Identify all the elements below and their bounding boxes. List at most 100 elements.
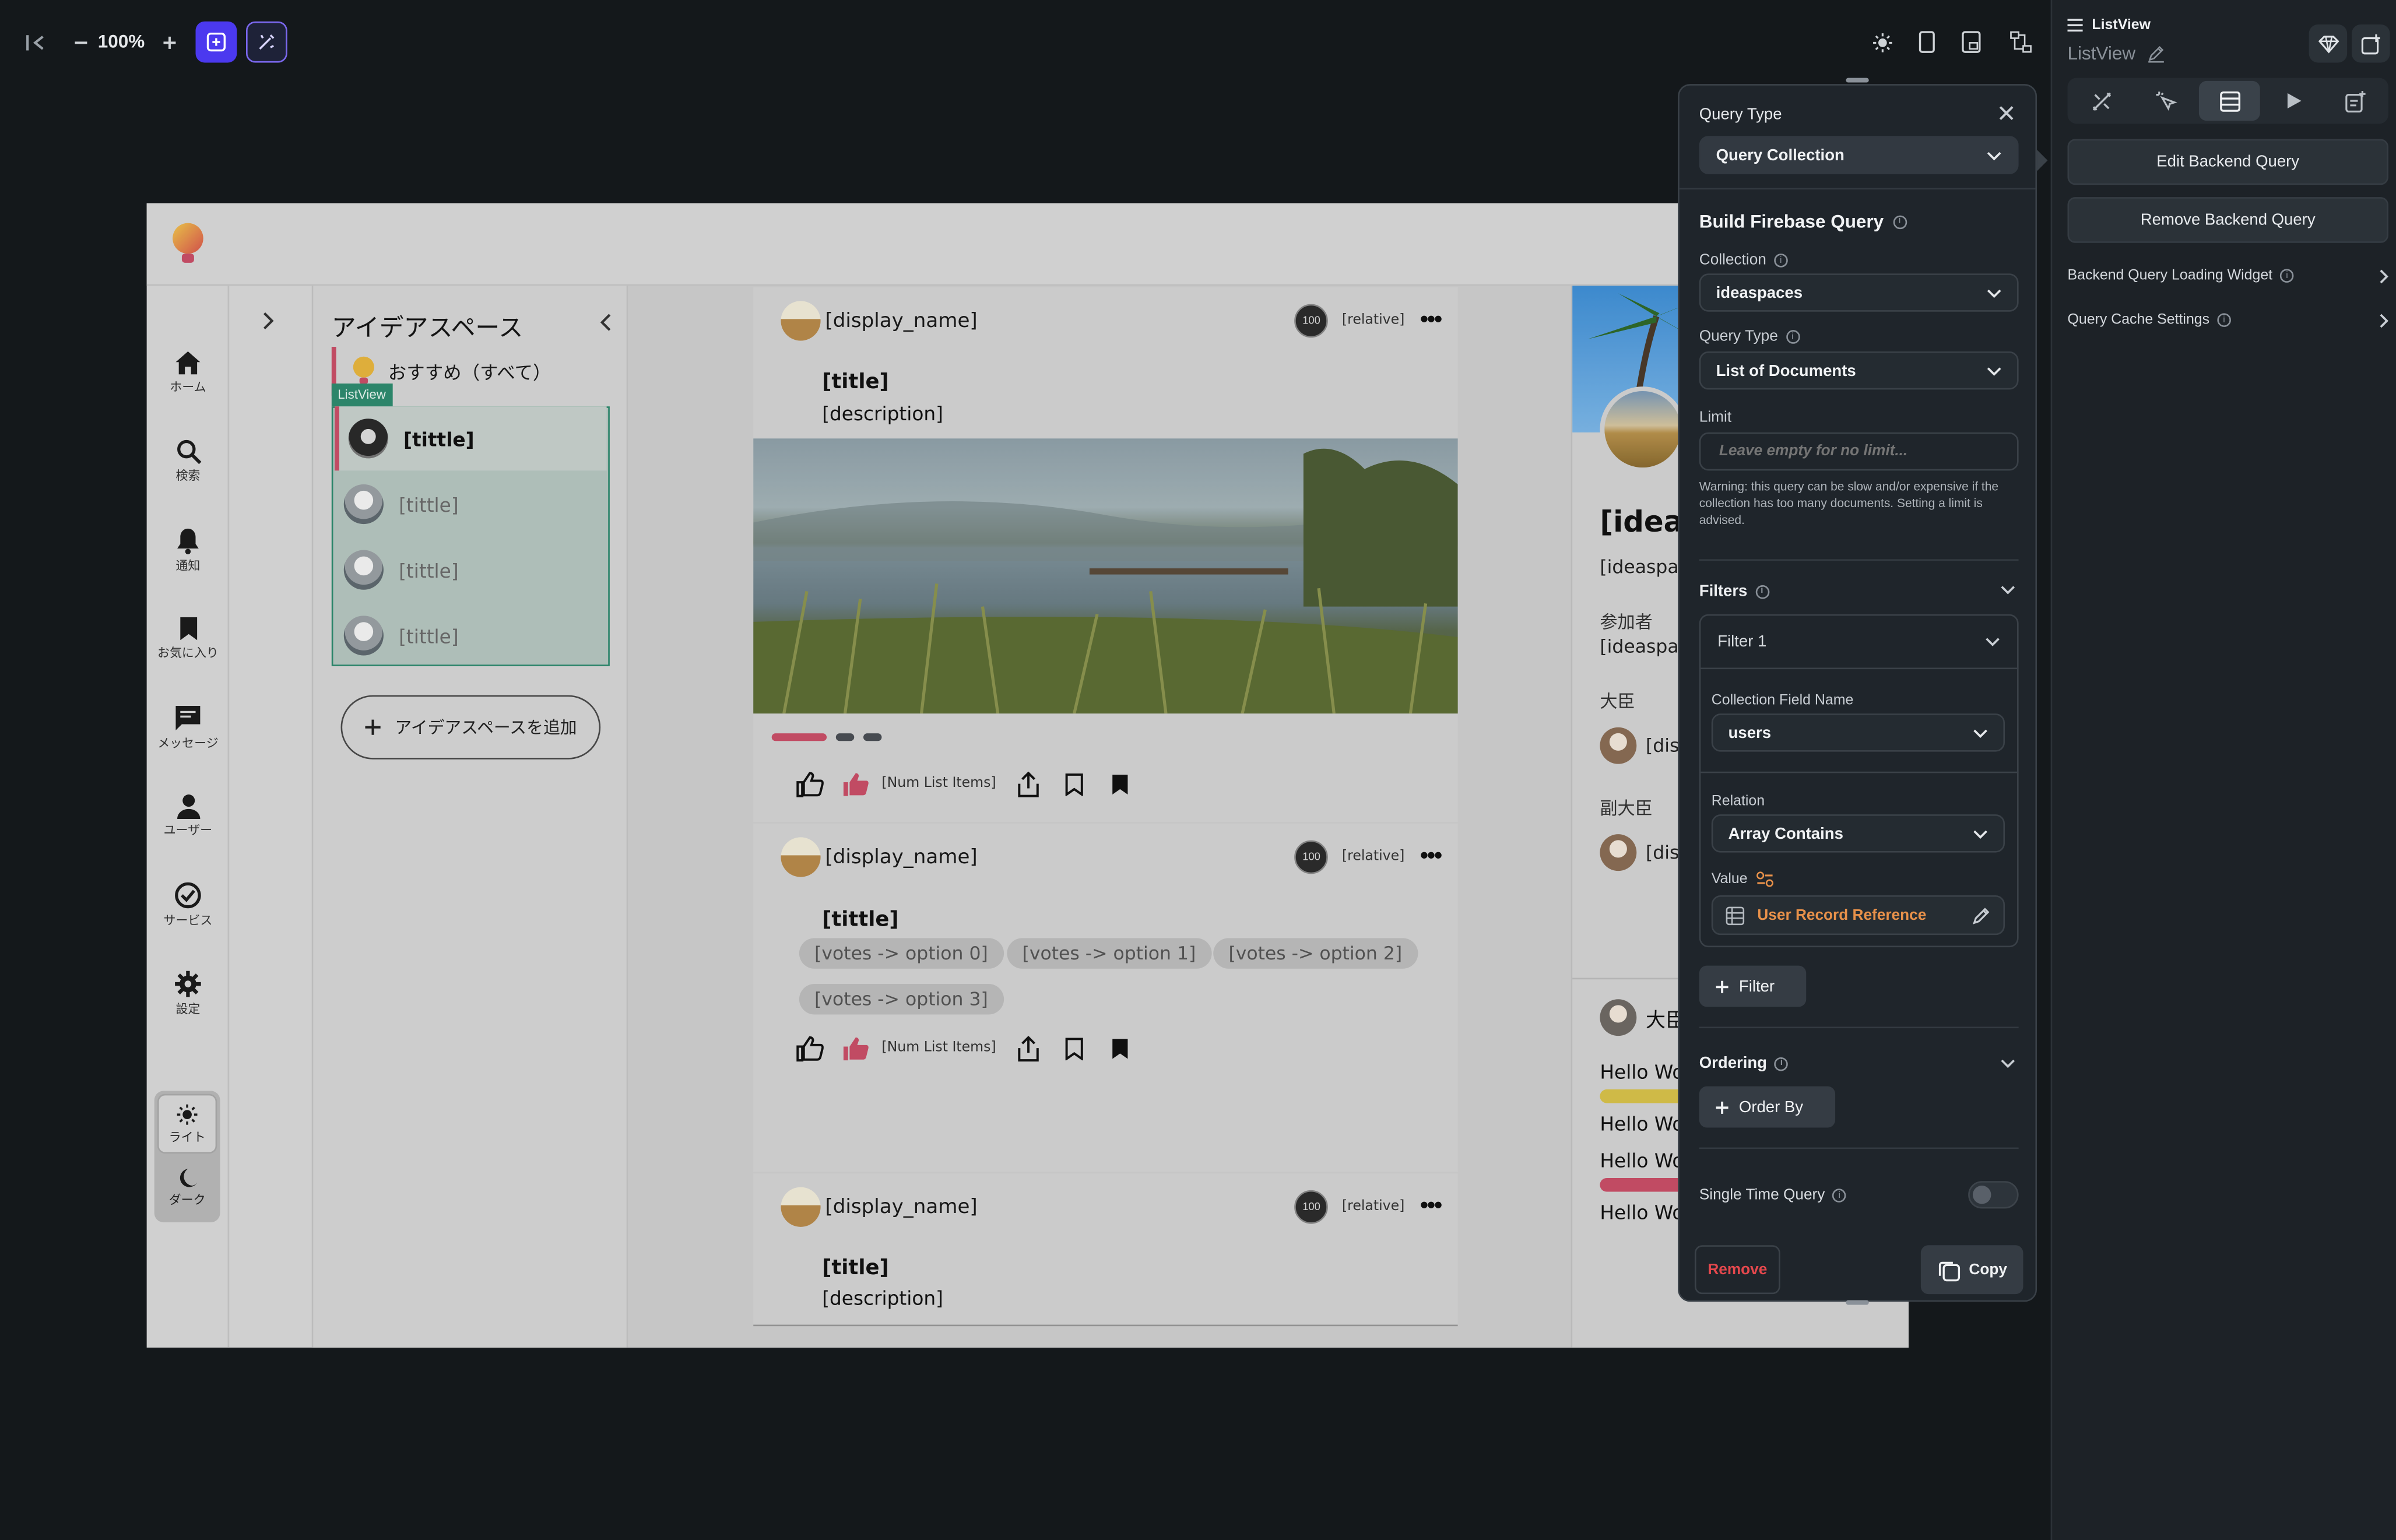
- query-type-select[interactable]: Query Collection: [1699, 136, 2019, 174]
- more-icon[interactable]: •••: [1420, 843, 1443, 871]
- bottom-header: 大臣: [1600, 999, 1685, 1036]
- thumb-up-icon[interactable]: [787, 1033, 833, 1063]
- field-name-select[interactable]: users: [1711, 713, 2005, 752]
- widget-tree-icon[interactable]: [2000, 22, 2042, 63]
- info-icon[interactable]: i: [1785, 330, 1800, 344]
- ordering-collapse-icon[interactable]: [2000, 1059, 2015, 1068]
- remove-button[interactable]: Remove: [1694, 1245, 1780, 1295]
- drag-handle-top[interactable]: [1846, 78, 1869, 83]
- post-header: [display_name] 100 [relative] •••: [781, 301, 1443, 341]
- add-action-icon[interactable]: [2352, 24, 2390, 63]
- magic-tools-icon[interactable]: [246, 21, 287, 63]
- tab-preview[interactable]: [2263, 81, 2324, 121]
- vice-minister-row[interactable]: [dis: [1600, 834, 1679, 871]
- bookmark-filled-icon[interactable]: [1097, 768, 1143, 799]
- bookmark-outline-icon[interactable]: [1051, 768, 1097, 799]
- nav-notifications[interactable]: 通知: [147, 527, 230, 574]
- indicator-dot[interactable]: [835, 733, 855, 741]
- theme-light-button[interactable]: ライト: [157, 1094, 217, 1154]
- collapse-sidebar-icon[interactable]: [14, 22, 55, 63]
- theme-dark-button[interactable]: ダーク: [157, 1158, 217, 1218]
- share-icon[interactable]: [1005, 768, 1051, 799]
- bookmark-filled-icon[interactable]: [1097, 1033, 1143, 1063]
- single-time-toggle[interactable]: [1968, 1181, 2019, 1209]
- add-filter-button[interactable]: Filter: [1699, 965, 1807, 1007]
- nav-search[interactable]: 検索: [147, 438, 230, 484]
- info-icon[interactable]: i: [1755, 584, 1769, 599]
- list-item[interactable]: [tittle]: [335, 472, 607, 536]
- collapse-panel-icon[interactable]: [599, 312, 614, 333]
- copy-button[interactable]: Copy: [1920, 1245, 2023, 1295]
- remove-backend-query-button[interactable]: Remove Backend Query: [2067, 197, 2388, 243]
- list-item[interactable]: [tittle]: [335, 406, 607, 471]
- zoom-level[interactable]: 100%: [98, 30, 145, 52]
- loading-widget-row[interactable]: Backend Query Loading Widget i: [2067, 268, 2388, 284]
- tab-actions[interactable]: [2135, 81, 2196, 121]
- info-icon[interactable]: i: [1774, 254, 1788, 268]
- limit-input[interactable]: [1699, 432, 2019, 471]
- variable-settings-icon[interactable]: [1755, 871, 1773, 888]
- vote-option[interactable]: [votes -> option 0]: [799, 938, 1003, 969]
- thumb-up-filled-icon[interactable]: [833, 1033, 879, 1063]
- info-icon[interactable]: i: [1775, 1056, 1789, 1071]
- minister-row[interactable]: [dis: [1600, 727, 1679, 764]
- detail-subtitle: [ideaspa: [1600, 556, 1679, 578]
- collection-select[interactable]: ideaspaces: [1699, 273, 2019, 312]
- more-icon[interactable]: •••: [1420, 1193, 1443, 1221]
- minister-label: 大臣: [1600, 690, 1635, 712]
- info-icon[interactable]: i: [2217, 313, 2231, 327]
- thumb-up-icon[interactable]: [787, 768, 833, 799]
- nav-users[interactable]: ユーザー: [147, 793, 230, 839]
- share-icon[interactable]: [1005, 1033, 1051, 1063]
- nav-favorites[interactable]: お気に入り: [147, 616, 230, 662]
- premium-icon[interactable]: [2309, 24, 2348, 63]
- list-item[interactable]: [tittle]: [335, 538, 607, 602]
- more-icon[interactable]: •••: [1420, 307, 1443, 335]
- add-ideaspace-button[interactable]: アイデアスペースを追加: [340, 695, 601, 760]
- value-field[interactable]: User Record Reference: [1711, 895, 2005, 936]
- nav-home[interactable]: ホーム: [147, 350, 230, 396]
- edit-backend-query-button[interactable]: Edit Backend Query: [2067, 139, 2388, 185]
- edit-icon[interactable]: [1971, 905, 1991, 925]
- mobile-preview-icon[interactable]: [1906, 22, 1947, 63]
- tab-documentation[interactable]: [2324, 81, 2386, 121]
- add-widget-icon[interactable]: [195, 21, 237, 63]
- thumb-up-filled-icon[interactable]: [833, 768, 879, 799]
- relative-time: [relative]: [1341, 313, 1405, 329]
- post-title: [tittle]: [822, 907, 899, 932]
- post-card[interactable]: [display_name] 100 [relative] ••• [tittl…: [753, 823, 1458, 1172]
- query-type2-select[interactable]: List of Documents: [1699, 351, 2019, 390]
- bookmark-outline-icon[interactable]: [1051, 1033, 1097, 1063]
- tablet-preview-icon[interactable]: [1950, 22, 1991, 63]
- light-mode-icon[interactable]: [1861, 22, 1903, 63]
- drag-handle-bottom[interactable]: [1846, 1300, 1869, 1305]
- nav-settings[interactable]: 設定: [147, 970, 230, 1017]
- nav-users-label: ユーザー: [163, 823, 213, 838]
- relation-select[interactable]: Array Contains: [1711, 814, 2005, 853]
- vote-option[interactable]: [votes -> option 2]: [1213, 938, 1418, 969]
- post-card[interactable]: [display_name] 100 [relative] ••• [title…: [753, 1173, 1458, 1327]
- nav-messages[interactable]: メッセージ: [147, 704, 230, 751]
- info-icon[interactable]: i: [2280, 269, 2294, 283]
- close-icon[interactable]: [1997, 104, 2015, 122]
- rank-badge: 100: [1294, 840, 1329, 874]
- list-item[interactable]: [tittle]: [335, 603, 607, 667]
- nav-services[interactable]: サービス: [147, 881, 230, 929]
- zoom-in-icon[interactable]: [148, 22, 189, 63]
- zoom-out-icon[interactable]: [59, 22, 101, 63]
- vote-option[interactable]: [votes -> option 3]: [799, 984, 1003, 1015]
- edit-icon[interactable]: [2148, 44, 2166, 63]
- post-card[interactable]: [display_name] 100 [relative] ••• [title…: [753, 287, 1458, 822]
- order-by-button[interactable]: Order By: [1699, 1086, 1836, 1128]
- tab-properties[interactable]: [2071, 81, 2132, 121]
- tab-backend-query[interactable]: [2198, 80, 2260, 121]
- filters-collapse-icon[interactable]: [2000, 585, 2015, 595]
- vote-option[interactable]: [votes -> option 1]: [1007, 938, 1211, 969]
- info-icon[interactable]: i: [1832, 1189, 1847, 1203]
- filter-1-header[interactable]: Filter 1: [1699, 614, 2019, 670]
- cache-settings-row[interactable]: Query Cache Settings i: [2067, 312, 2388, 329]
- widget-name-row[interactable]: ListView: [2067, 43, 2166, 64]
- info-icon[interactable]: i: [1892, 215, 1907, 228]
- expand-drawer-icon[interactable]: [260, 310, 275, 332]
- indicator-dot[interactable]: [863, 733, 882, 741]
